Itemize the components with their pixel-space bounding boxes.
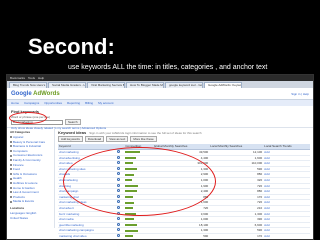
magnifier-icon[interactable]: [117, 217, 121, 221]
checkbox-icon[interactable]: [10, 163, 12, 166]
menu-tools[interactable]: Tools: [28, 75, 35, 81]
add-keywords-button[interactable]: Add keywords: [58, 136, 83, 142]
header-links[interactable]: Sign in | Help: [291, 92, 309, 96]
checkbox-icon[interactable]: [10, 136, 12, 139]
annotation-circle-results: [63, 147, 216, 216]
results-toolbar: Add keywords Download View as text More …: [58, 136, 310, 142]
magnifier-cell[interactable]: [116, 233, 125, 239]
slide-subtitle: use keywords ALL the time: in titles, ca…: [68, 64, 268, 71]
global-searches-cell: 590: [152, 233, 210, 239]
competition-bar: [125, 218, 135, 221]
logo-adwords: AdWords: [33, 90, 60, 97]
adwords-header: Google AdWords Sign in | Help: [7, 88, 313, 100]
search-button[interactable]: Search: [65, 119, 81, 125]
category-list: Apparel Beauty & Personal Care Business & …: [10, 135, 51, 204]
checkbox-icon[interactable]: [10, 159, 12, 162]
nav-opportunities[interactable]: Opportunities: [44, 100, 62, 106]
keyword-cell[interactable]: marketing viral video: [58, 233, 117, 239]
results-body: All Categories Apparel Beauty & Personal …: [7, 128, 313, 239]
keyword-ideas-note: Sign in with your AdWords login informat…: [89, 130, 202, 135]
checkbox-icon[interactable]: [10, 191, 12, 194]
adwords-screenshot: Bookmarks Tools Help Blog Trends Now Her…: [6, 74, 314, 240]
menu-help[interactable]: Help: [38, 75, 44, 81]
local-searches-cell: 170: [209, 233, 264, 239]
checkbox-icon[interactable]: [10, 200, 12, 203]
adwords-logo[interactable]: Google AdWords: [11, 91, 60, 97]
checkbox-icon[interactable]: [10, 140, 12, 143]
nav-reporting[interactable]: Reporting: [67, 100, 80, 106]
sidebar-title: All Categories: [10, 130, 31, 134]
nav-campaigns[interactable]: Campaigns: [24, 100, 39, 106]
magnifier-icon[interactable]: [117, 222, 121, 226]
checkbox-icon[interactable]: [10, 173, 12, 176]
competition-cell: [124, 233, 153, 239]
checkbox-icon[interactable]: [10, 177, 12, 180]
keyword-ideas-panel: Keyword ideas Sign in with your AdWords …: [55, 128, 313, 239]
competition-bar: [125, 235, 134, 238]
browser-tabs: Blog Trends Now Here's S... Social Media…: [7, 81, 313, 88]
logo-google: Google: [11, 90, 32, 97]
checkbox-icon[interactable]: [10, 150, 12, 153]
view-as-text-button[interactable]: View as text: [106, 136, 129, 142]
table-row[interactable]: marketing viral video 590 170 Add: [58, 233, 310, 239]
browser-tab[interactable]: google keyword tool - Google...: [165, 82, 203, 88]
magnifier-icon[interactable]: [117, 228, 121, 232]
download-button[interactable]: Download: [84, 136, 105, 142]
nav-home[interactable]: Home: [11, 100, 19, 106]
browser-tab-active[interactable]: Google AdWords: Keyword Tool: [204, 82, 242, 88]
more-like-these-button[interactable]: More like these: [130, 136, 157, 142]
annotation-circle-search: [9, 112, 47, 124]
competition-bar: [125, 223, 138, 226]
sidebar-category-item[interactable]: Media & Events: [10, 199, 51, 204]
slide-title: Second:: [28, 34, 115, 59]
checkbox-icon[interactable]: [10, 182, 12, 185]
checkbox-icon[interactable]: [10, 196, 12, 199]
nav-my-account[interactable]: My account: [98, 100, 113, 106]
find-keywords-title: Find keywords: [11, 109, 40, 114]
category-sidebar: All Categories Apparel Beauty & Personal …: [7, 128, 55, 228]
menu-bookmarks[interactable]: Bookmarks: [10, 75, 25, 81]
nav-billing[interactable]: Billing: [85, 100, 93, 106]
find-keywords-panel: Find keywords Word or phrase (one per li…: [7, 106, 313, 130]
checkbox-icon[interactable]: [10, 154, 12, 157]
location-setting[interactable]: United States: [10, 216, 51, 221]
competition-bar: [125, 229, 139, 232]
locations-title: Locations: [10, 205, 25, 210]
checkbox-icon[interactable]: [10, 186, 12, 189]
browser-tab[interactable]: Viral Marketing Secrets Blog: [87, 82, 125, 88]
browser-tab[interactable]: Blog Trends Now Here's S...: [9, 82, 47, 88]
checkbox-icon[interactable]: [10, 145, 12, 148]
magnifier-icon[interactable]: [117, 233, 121, 237]
keyword-ideas-title: Keyword ideas: [58, 130, 87, 135]
browser-tab[interactable]: How To Blogger Made Million...: [126, 82, 164, 88]
checkbox-icon[interactable]: [10, 168, 12, 171]
add-keyword-link[interactable]: Add: [263, 233, 310, 239]
browser-tab[interactable]: Social Media Graders - How...: [48, 82, 86, 88]
category-label: Media & Events: [13, 199, 35, 204]
